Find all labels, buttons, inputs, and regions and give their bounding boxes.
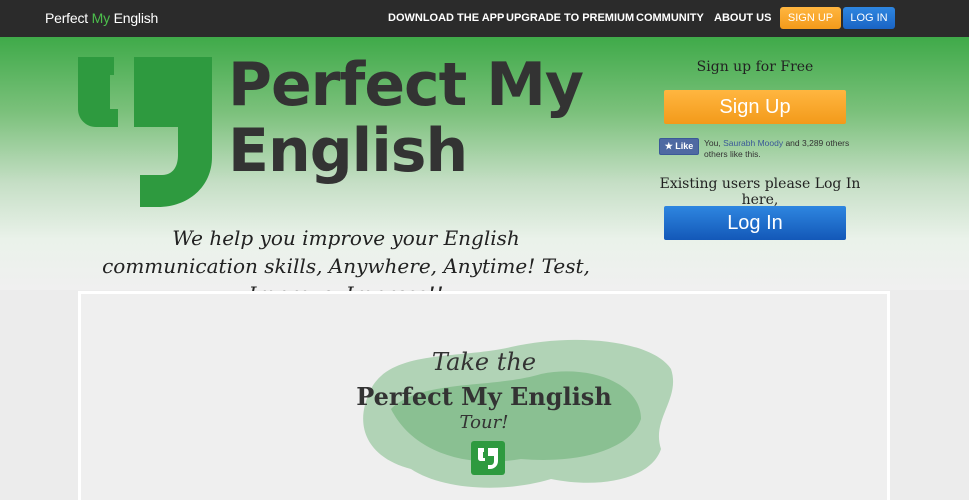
brand-part-2: English xyxy=(109,10,159,26)
fb-like-label: Like xyxy=(675,141,694,151)
hero-title-line-2: English xyxy=(228,116,468,186)
nav-link-community[interactable]: COMMUNITY xyxy=(636,12,704,24)
tour-panel[interactable]: Take the Perfect My English Tour! xyxy=(78,291,890,500)
top-nav: Perfect My English DOWNLOAD THE APP UPGR… xyxy=(0,0,969,37)
hero-title-line-1: Perfect My xyxy=(228,50,584,120)
thumbs-up-icon: ★ xyxy=(664,141,673,151)
nav-signup-button[interactable]: SIGN UP xyxy=(780,7,841,29)
brand-part-my: My xyxy=(91,10,110,26)
tour-take-text: Take the xyxy=(431,348,537,376)
nav-link-about-us[interactable]: ABOUT US xyxy=(714,12,771,24)
facebook-like-button[interactable]: ★ Like xyxy=(659,138,699,155)
signup-button[interactable]: Sign Up xyxy=(664,90,846,124)
signup-heading: Sign up for Free xyxy=(696,59,814,75)
quote-mark-icon[interactable] xyxy=(471,441,505,475)
nav-link-download-app[interactable]: DOWNLOAD THE APP xyxy=(388,12,504,24)
brand-part-1: Perfect xyxy=(45,10,92,26)
fb-friend-link[interactable]: Saurabh Moody xyxy=(723,138,783,148)
facebook-like-text: You, Saurabh Moody and 3,289 others othe… xyxy=(704,138,854,160)
existing-users-text: Existing users please Log In here, xyxy=(659,176,861,208)
hero-section: Perfect My English We help you improve y… xyxy=(0,37,969,306)
fb-text-prefix: You, xyxy=(704,138,724,148)
brand-logo-text[interactable]: Perfect My English xyxy=(45,10,158,26)
tour-title: Perfect My English xyxy=(356,382,612,411)
nav-login-button[interactable]: LOG IN xyxy=(843,7,895,29)
hero-title: Perfect My English xyxy=(228,50,584,186)
login-button[interactable]: Log In xyxy=(664,206,846,240)
quote-mark-icon xyxy=(78,57,212,207)
tour-word: Tour! xyxy=(459,412,509,433)
nav-link-upgrade-premium[interactable]: UPGRADE TO PREMIUM xyxy=(506,12,634,24)
